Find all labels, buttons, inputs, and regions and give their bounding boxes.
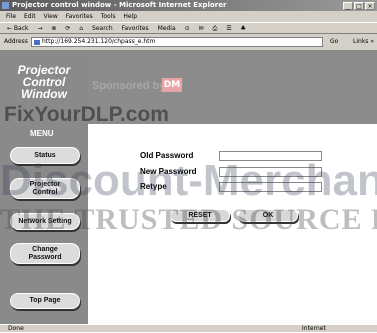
retype-password-field[interactable] [219, 182, 322, 192]
print-button[interactable]: ⎙ [212, 25, 217, 32]
menu-file[interactable]: File [6, 13, 16, 20]
nav-label: Status [34, 151, 56, 159]
menu-help[interactable]: Help [123, 13, 137, 20]
links-button[interactable]: Links » [353, 34, 374, 50]
page-content: Projector Control Window Sponsored by DM… [0, 50, 377, 324]
minimize-button[interactable]: _ [343, 2, 353, 10]
menu-label: MENU [30, 129, 54, 138]
address-label: Address [4, 38, 28, 45]
search-button[interactable]: Search [92, 25, 113, 32]
toolbar: ← Back → ⊗ ⟳ ⌂ Search Favorites Media ⊙ … [0, 22, 377, 34]
menu-edit[interactable]: Edit [24, 13, 36, 20]
maximize-button[interactable]: □ [354, 2, 364, 10]
home-button[interactable]: ⌂ [79, 25, 83, 32]
nav-change-password-button[interactable]: Change Password [10, 243, 80, 264]
nav-label: Change Password [28, 245, 62, 261]
close-button[interactable]: × [365, 2, 375, 10]
sponsored-text: Sponsored by [92, 80, 166, 92]
menu-tools[interactable]: Tools [101, 13, 116, 20]
menu-view[interactable]: View [44, 13, 58, 20]
mail-button[interactable]: ✉ [199, 25, 204, 32]
nav-status-button[interactable]: Status [10, 147, 80, 164]
title-bar: Projector control window - Microsoft Int… [0, 0, 377, 11]
nav-label: Network Setting [18, 217, 72, 225]
new-password-label: New Password [140, 167, 197, 176]
address-url: http://169.254.231.120/chpass_e.htm [42, 38, 156, 45]
window-title: Projector control window - Microsoft Int… [12, 1, 227, 9]
ie-icon [2, 2, 9, 9]
back-button[interactable]: ← Back [7, 25, 29, 32]
page-title: Projector Control Window [6, 64, 82, 100]
messenger-button[interactable]: ♣ [241, 25, 246, 32]
favorites-button[interactable]: Favorites [122, 25, 149, 32]
browser-window: Projector control window - Microsoft Int… [0, 0, 377, 332]
address-bar: Address http://169.254.231.120/chpass_e.… [0, 34, 377, 50]
old-password-label: Old Password [140, 151, 194, 160]
address-input[interactable]: http://169.254.231.120/chpass_e.htm [31, 37, 323, 47]
stop-button[interactable]: ⊗ [51, 25, 56, 32]
old-password-field[interactable] [219, 151, 322, 161]
sponsor-logo: DM [162, 78, 182, 92]
menu-favorites[interactable]: Favorites [66, 13, 93, 20]
refresh-button[interactable]: ⟳ [65, 25, 70, 32]
nav-label: Projector Control [29, 180, 61, 196]
nav-projector-control-button[interactable]: Projector Control [10, 178, 80, 199]
reset-button[interactable]: RESET [170, 209, 230, 222]
nav-label: Top Page [29, 297, 61, 304]
retype-label: Retype [140, 182, 167, 191]
go-button[interactable]: Go [330, 34, 338, 50]
media-button[interactable]: Media [158, 25, 176, 32]
forward-button[interactable]: → [37, 25, 42, 32]
edit-button[interactable]: ☰ [226, 25, 231, 32]
new-password-field[interactable] [219, 167, 322, 177]
main-panel: Old Password New Password Retype RESET O… [88, 124, 377, 324]
status-bar: Done Internet [0, 324, 377, 332]
title-line: Window [21, 87, 67, 101]
history-button[interactable]: ⊙ [185, 25, 190, 32]
nav-network-setting-button[interactable]: Network Setting [10, 213, 80, 230]
page-icon [34, 40, 40, 45]
ok-button[interactable]: OK [238, 209, 298, 222]
menu-bar: File Edit View Favorites Tools Help [0, 11, 377, 22]
nav-top-page-button[interactable]: Top Page [10, 293, 80, 309]
